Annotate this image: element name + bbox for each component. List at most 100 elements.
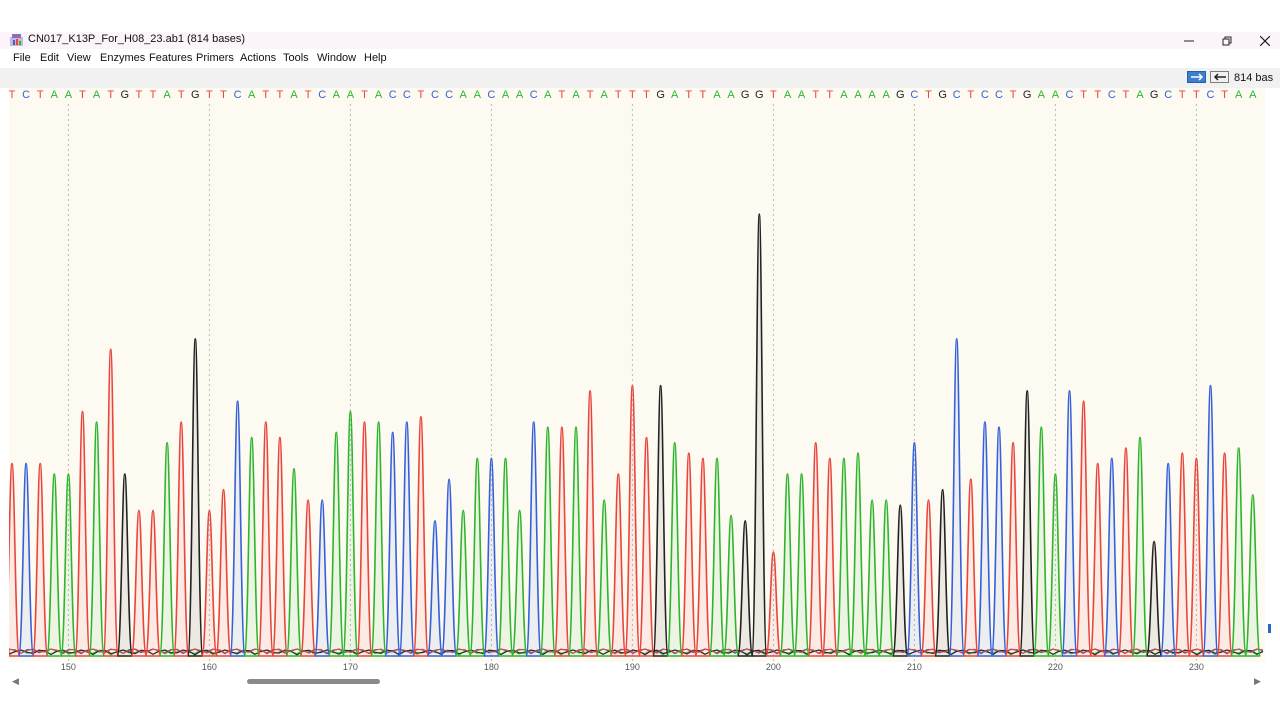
base-call[interactable]: T	[1079, 89, 1089, 101]
base-call-sequence[interactable]: TCTAATATGTTATGTTCATTATCAATACCTCCAACAACAT…	[9, 88, 1265, 104]
scroll-left-icon[interactable]: ◀	[12, 676, 19, 687]
base-call[interactable]: A	[472, 89, 482, 101]
base-call[interactable]: T	[35, 89, 45, 101]
base-call[interactable]: G	[1022, 89, 1032, 101]
menu-view[interactable]: View	[67, 52, 91, 64]
base-call[interactable]: T	[585, 89, 595, 101]
base-call[interactable]: T	[1121, 89, 1131, 101]
base-call[interactable]: G	[120, 89, 130, 101]
base-call[interactable]: C	[909, 89, 919, 101]
base-call[interactable]: T	[613, 89, 623, 101]
base-call[interactable]: A	[670, 89, 680, 101]
base-call[interactable]: C	[388, 89, 398, 101]
horizontal-scrollbar[interactable]: ◀ ▶	[9, 675, 1265, 687]
base-call[interactable]: C	[402, 89, 412, 101]
base-call[interactable]: T	[924, 89, 934, 101]
base-call[interactable]: A	[247, 89, 257, 101]
base-call[interactable]: A	[839, 89, 849, 101]
base-call[interactable]: T	[204, 89, 214, 101]
base-call[interactable]: C	[233, 89, 243, 101]
base-call[interactable]: T	[1177, 89, 1187, 101]
base-call[interactable]: G	[938, 89, 948, 101]
base-call[interactable]: A	[49, 89, 59, 101]
menu-window[interactable]: Window	[317, 52, 356, 64]
base-call[interactable]: A	[501, 89, 511, 101]
base-call[interactable]: A	[162, 89, 172, 101]
menu-tools[interactable]: Tools	[283, 52, 309, 64]
base-call[interactable]: T	[360, 89, 370, 101]
base-call[interactable]: A	[345, 89, 355, 101]
base-call[interactable]: T	[811, 89, 821, 101]
base-call[interactable]: C	[430, 89, 440, 101]
restore-button[interactable]	[1212, 32, 1242, 49]
menu-help[interactable]: Help	[364, 52, 387, 64]
base-call[interactable]: A	[1135, 89, 1145, 101]
base-call[interactable]: C	[317, 89, 327, 101]
base-call[interactable]: C	[529, 89, 539, 101]
base-call[interactable]: A	[1036, 89, 1046, 101]
base-call[interactable]: C	[952, 89, 962, 101]
base-call[interactable]: T	[684, 89, 694, 101]
base-call[interactable]: A	[331, 89, 341, 101]
base-call[interactable]: G	[1149, 89, 1159, 101]
base-call[interactable]: A	[374, 89, 384, 101]
base-call[interactable]: C	[1206, 89, 1216, 101]
base-call[interactable]: G	[740, 89, 750, 101]
base-call[interactable]: A	[92, 89, 102, 101]
base-call[interactable]: A	[1234, 89, 1244, 101]
base-call[interactable]: T	[557, 89, 567, 101]
base-call[interactable]: G	[895, 89, 905, 101]
base-call[interactable]: T	[825, 89, 835, 101]
scrollbar-thumb[interactable]	[247, 679, 380, 684]
base-call[interactable]: A	[726, 89, 736, 101]
base-call[interactable]: C	[1065, 89, 1075, 101]
close-button[interactable]	[1250, 32, 1280, 49]
menu-actions[interactable]: Actions	[240, 52, 276, 64]
base-call[interactable]: A	[853, 89, 863, 101]
base-call[interactable]: T	[1191, 89, 1201, 101]
base-call[interactable]: A	[515, 89, 525, 101]
menu-edit[interactable]: Edit	[40, 52, 59, 64]
base-call[interactable]: A	[63, 89, 73, 101]
base-call[interactable]: G	[656, 89, 666, 101]
base-call[interactable]: T	[134, 89, 144, 101]
base-call[interactable]: A	[797, 89, 807, 101]
menu-file[interactable]: File	[13, 52, 31, 64]
base-call[interactable]: C	[980, 89, 990, 101]
base-call[interactable]: A	[458, 89, 468, 101]
base-call[interactable]: C	[444, 89, 454, 101]
base-call[interactable]: C	[1163, 89, 1173, 101]
base-call[interactable]: T	[176, 89, 186, 101]
base-call[interactable]: T	[275, 89, 285, 101]
base-call[interactable]: A	[867, 89, 877, 101]
base-call[interactable]: A	[881, 89, 891, 101]
base-call[interactable]: A	[599, 89, 609, 101]
base-call[interactable]: G	[754, 89, 764, 101]
minimize-button[interactable]	[1174, 32, 1204, 49]
base-call[interactable]: A	[571, 89, 581, 101]
base-call[interactable]: C	[486, 89, 496, 101]
menu-features[interactable]: Features	[149, 52, 192, 64]
chromatogram-trace[interactable]	[9, 104, 1265, 662]
base-call[interactable]: T	[416, 89, 426, 101]
base-call[interactable]: A	[1248, 89, 1258, 101]
base-call[interactable]: T	[78, 89, 88, 101]
base-call[interactable]: T	[303, 89, 313, 101]
base-call[interactable]: T	[1220, 89, 1230, 101]
base-call[interactable]: A	[712, 89, 722, 101]
base-call[interactable]: C	[1107, 89, 1117, 101]
menu-primers[interactable]: Primers	[196, 52, 234, 64]
base-call[interactable]: T	[106, 89, 116, 101]
forward-strand-button[interactable]	[1187, 71, 1206, 83]
base-call[interactable]: C	[21, 89, 31, 101]
menu-enzymes[interactable]: Enzymes	[100, 52, 145, 64]
base-call[interactable]: T	[219, 89, 229, 101]
base-call[interactable]: T	[768, 89, 778, 101]
base-call[interactable]: T	[627, 89, 637, 101]
base-call[interactable]: A	[543, 89, 553, 101]
base-call[interactable]: T	[261, 89, 271, 101]
base-call[interactable]: T	[642, 89, 652, 101]
reverse-strand-button[interactable]	[1210, 71, 1229, 83]
base-call[interactable]: A	[783, 89, 793, 101]
base-call[interactable]: T	[7, 89, 17, 101]
